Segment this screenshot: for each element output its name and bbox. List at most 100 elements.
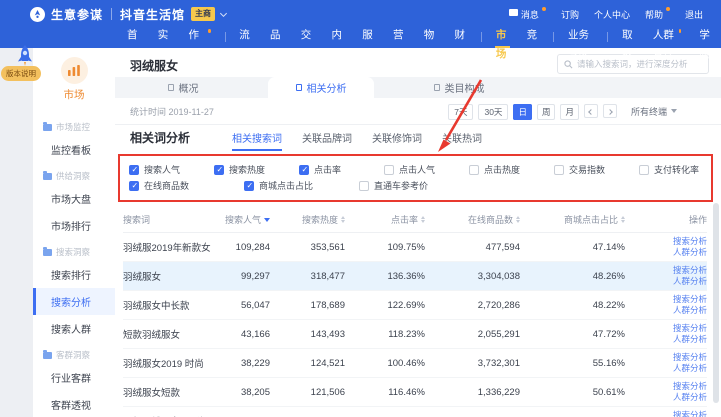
- scrollbar-thumb[interactable]: [713, 203, 719, 403]
- metric-checkbox[interactable]: 点击人气: [384, 163, 469, 176]
- subtab[interactable]: 关联热词: [442, 130, 482, 151]
- sidebar-group[interactable]: 供给洞察: [33, 163, 115, 185]
- table-row[interactable]: 羽绒服2019年新款女109,284353,561109.75%477,5944…: [123, 233, 707, 262]
- sidebar-item[interactable]: 搜索排行: [33, 261, 115, 288]
- checkbox-icon[interactable]: [129, 181, 139, 191]
- table-header-cell[interactable]: 搜索词: [123, 213, 211, 226]
- nav-item[interactable]: 取数: [613, 26, 644, 48]
- table-header-cell[interactable]: 搜索热度: [270, 213, 345, 226]
- sidebar-item[interactable]: 行业客群: [33, 364, 115, 391]
- nav-item[interactable]: 营销: [384, 26, 415, 48]
- sidebar-item[interactable]: 市场排行: [33, 212, 115, 239]
- checkbox-icon[interactable]: [359, 181, 369, 191]
- action-link-search[interactable]: 搜索分析: [673, 294, 707, 305]
- nav-item[interactable]: 作战室: [180, 26, 220, 48]
- table-header-cell[interactable]: 商城点击占比: [520, 213, 625, 226]
- action-link-audience[interactable]: 人群分析: [673, 276, 707, 287]
- utility-link[interactable]: 订购: [561, 8, 579, 21]
- checkbox-icon[interactable]: [129, 165, 139, 175]
- nav-item[interactable]: 流量: [230, 26, 261, 48]
- granularity-button[interactable]: 周: [537, 104, 556, 120]
- quick-range-button[interactable]: 7天: [448, 104, 473, 120]
- action-link-audience[interactable]: 人群分析: [673, 392, 707, 403]
- action-link-search[interactable]: 搜索分析: [673, 236, 707, 247]
- subtab[interactable]: 关联修饰词: [372, 130, 422, 151]
- table-row[interactable]: 短款羽绒服女43,166143,493118.23%2,055,29147.72…: [123, 320, 707, 349]
- utility-link[interactable]: 消息: [509, 8, 546, 21]
- next-button[interactable]: [603, 104, 617, 119]
- metric-checkbox[interactable]: 支付转化率: [639, 163, 721, 176]
- sidebar-item[interactable]: 监控看板: [33, 136, 115, 163]
- metric-checkbox[interactable]: 交易指数: [554, 163, 639, 176]
- search-input[interactable]: [577, 59, 702, 69]
- table-header-cell[interactable]: 操作: [625, 213, 707, 226]
- sidebar-item[interactable]: 搜索人群: [33, 315, 115, 342]
- checkbox-icon[interactable]: [299, 165, 309, 175]
- nav-item[interactable]: 物流: [415, 26, 446, 48]
- nav-item[interactable]: 学院: [690, 26, 721, 48]
- metric-checkbox[interactable]: 搜索人气: [129, 163, 214, 176]
- action-link-search[interactable]: 搜索分析: [673, 352, 707, 363]
- action-link-search[interactable]: 搜索分析: [673, 410, 707, 417]
- terminal-dropdown[interactable]: 所有终端: [631, 105, 677, 118]
- nav-item[interactable]: 实时: [149, 26, 180, 48]
- sidebar-group[interactable]: 客群洞察: [33, 342, 115, 364]
- sidebar-item-active[interactable]: 搜索分析: [33, 288, 115, 315]
- table-row[interactable]: 羽绒服女短款38,205121,506116.46%1,336,22950.61…: [123, 378, 707, 407]
- action-link-search[interactable]: 搜索分析: [673, 265, 707, 276]
- sidebar-item[interactable]: 市场大盘: [33, 185, 115, 212]
- action-link-audience[interactable]: 人群分析: [673, 247, 707, 258]
- action-link-search[interactable]: 搜索分析: [673, 381, 707, 392]
- nav-item[interactable]: 财务: [446, 26, 477, 48]
- nav-item[interactable]: 品类: [261, 26, 292, 48]
- tab[interactable]: 概况: [130, 77, 236, 98]
- action-link-search[interactable]: 搜索分析: [673, 323, 707, 334]
- nav-item[interactable]: 内容: [323, 26, 354, 48]
- nav-item[interactable]: 交易: [292, 26, 323, 48]
- sidebar-group[interactable]: 市场监控: [33, 114, 115, 136]
- table-row[interactable]: 网红羽绒服女 ins 潮37,58898,83188.79%2,36645.62…: [123, 407, 707, 417]
- nav-item[interactable]: 服务: [353, 26, 384, 48]
- nav-item[interactable]: 业务专区: [559, 26, 602, 48]
- action-link-audience[interactable]: 人群分析: [673, 334, 707, 345]
- subtab-active[interactable]: 相关搜索词: [232, 130, 282, 151]
- quick-range-button[interactable]: 30天: [478, 104, 508, 120]
- rocket-icon[interactable]: [14, 44, 36, 75]
- sidebar-group[interactable]: 搜索洞察: [33, 239, 115, 261]
- utility-link[interactable]: 帮助: [645, 8, 670, 21]
- checkbox-icon[interactable]: [469, 165, 479, 175]
- metric-checkbox[interactable]: 在线商品数: [129, 179, 244, 192]
- nav-item[interactable]: 竞争: [518, 26, 549, 48]
- checkbox-icon[interactable]: [639, 165, 649, 175]
- granularity-button[interactable]: 月: [560, 104, 579, 120]
- table-row[interactable]: 羽绒服女中长款56,047178,689122.69%2,720,28648.2…: [123, 291, 707, 320]
- action-link-audience[interactable]: 人群分析: [673, 305, 707, 316]
- market-module-icon[interactable]: [61, 57, 88, 84]
- table-header-cell[interactable]: 点击率: [345, 213, 425, 226]
- checkbox-icon[interactable]: [554, 165, 564, 175]
- metric-checkbox[interactable]: 点击率: [299, 163, 384, 176]
- sidebar-item[interactable]: 客群透视: [33, 391, 115, 417]
- table-header-cell[interactable]: 搜索人气: [211, 213, 270, 226]
- action-link-audience[interactable]: 人群分析: [673, 363, 707, 374]
- subtab[interactable]: 关联品牌词: [302, 130, 352, 151]
- table-header-cell[interactable]: 在线商品数: [425, 213, 520, 226]
- utility-link[interactable]: 退出: [685, 8, 703, 21]
- tab-active[interactable]: 相关分析: [268, 77, 374, 98]
- granularity-button-active[interactable]: 日: [513, 104, 532, 120]
- metric-checkbox[interactable]: 商城点击占比: [244, 179, 359, 192]
- tab[interactable]: 类目构成: [406, 77, 512, 98]
- checkbox-icon[interactable]: [244, 181, 254, 191]
- checkbox-icon[interactable]: [384, 165, 394, 175]
- metric-checkbox[interactable]: 搜索热度: [214, 163, 299, 176]
- metric-checkbox[interactable]: 点击热度: [469, 163, 554, 176]
- nav-item[interactable]: 首页: [118, 26, 149, 48]
- nav-item[interactable]: 人群管理: [644, 26, 691, 48]
- table-row[interactable]: 羽绒服女99,297318,477136.36%3,304,03848.26%搜…: [123, 262, 707, 291]
- prev-button[interactable]: [584, 104, 598, 119]
- table-row[interactable]: 羽绒服女2019 时尚38,229124,521100.46%3,732,301…: [123, 349, 707, 378]
- utility-link[interactable]: 个人中心: [594, 8, 630, 21]
- nav-item-active[interactable]: 市场: [487, 26, 518, 48]
- chevron-down-icon[interactable]: [220, 9, 227, 16]
- metric-checkbox[interactable]: 直通车参考价: [359, 179, 474, 192]
